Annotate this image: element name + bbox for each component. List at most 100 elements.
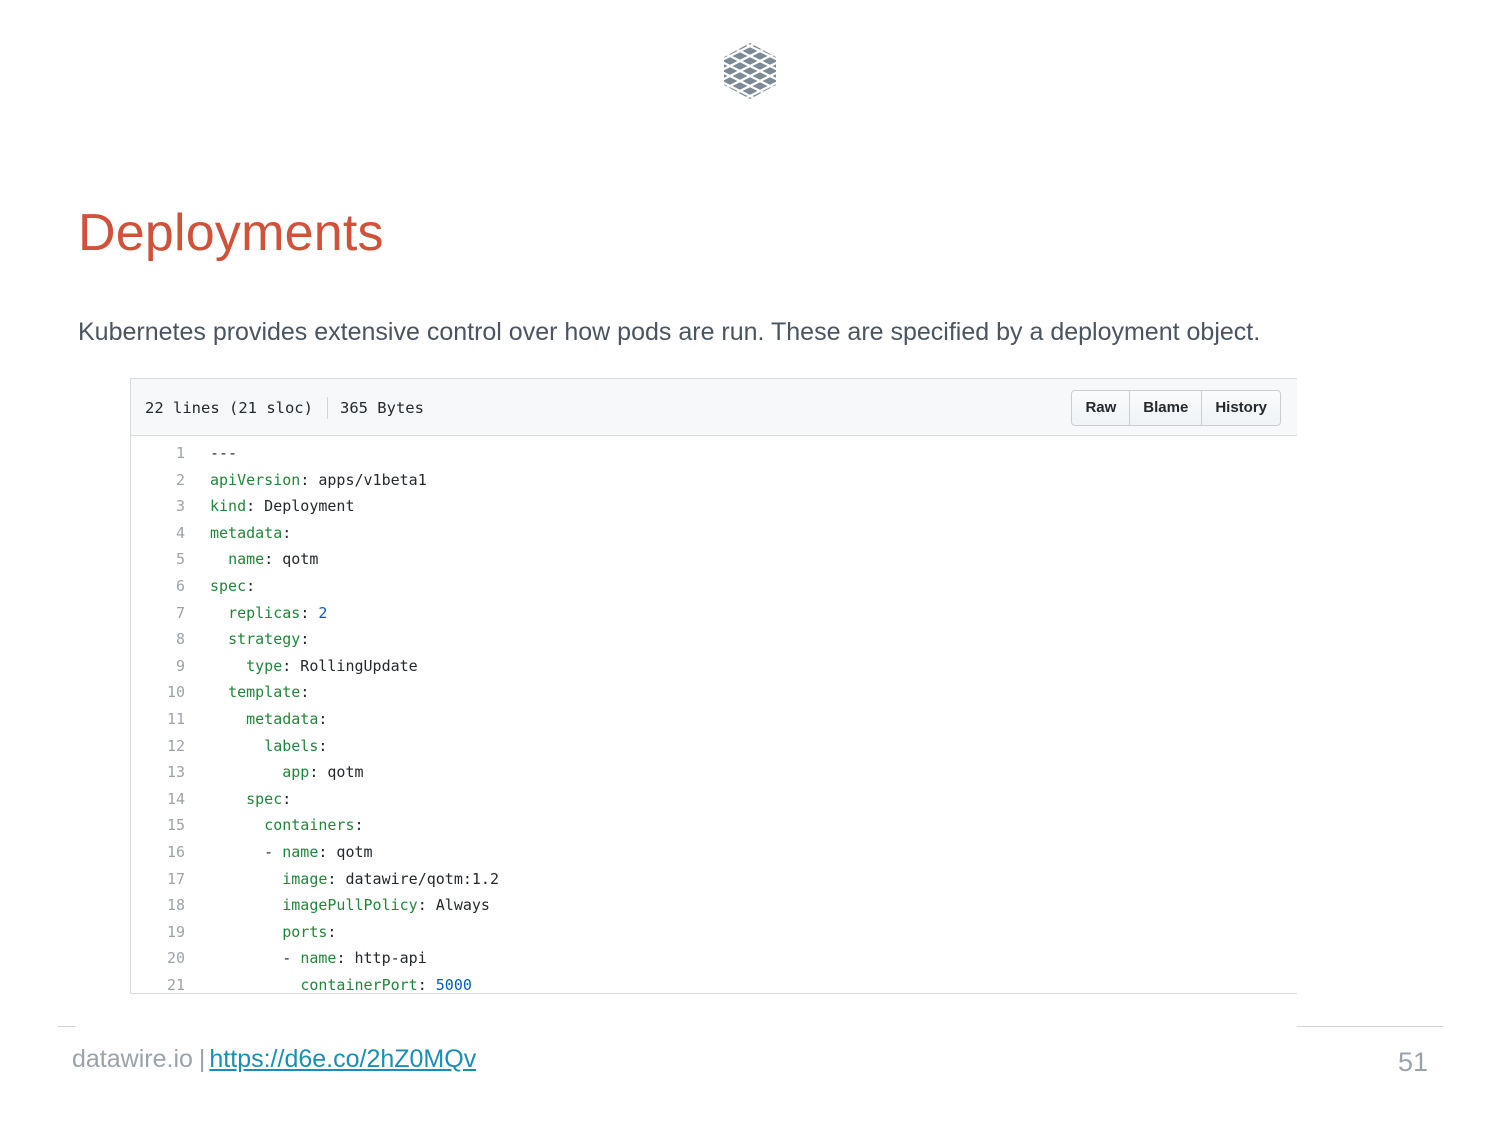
line-number: 4 [175, 523, 185, 542]
footer-separator: | [198, 1045, 206, 1073]
yaml-value: http-api [345, 949, 427, 968]
line-content: - name: qotm [185, 839, 373, 866]
datawire-lattice-logo-icon [724, 43, 776, 99]
yaml-key: kind [210, 497, 247, 516]
line-number: 18 [166, 896, 185, 915]
line-content: imagePullPolicy: Always [185, 892, 490, 919]
slide-title: Deployments [78, 204, 384, 262]
file-lines-info: 22 lines (21 sloc) [145, 399, 313, 417]
yaml-key: metadata [210, 523, 283, 542]
line-content: strategy: [185, 626, 309, 653]
yaml-key: labels [264, 736, 319, 755]
code-line: 17 image: datawire/qotm:1.2 [131, 866, 1297, 893]
line-number: 1 [175, 444, 185, 462]
yaml-key: replicas [228, 603, 301, 622]
file-info-divider [326, 397, 328, 419]
yaml-key: containers [264, 816, 355, 835]
line-content: - name: http-api [185, 945, 427, 972]
yaml-key: ports [282, 922, 328, 941]
code-line: 12 labels: [131, 733, 1297, 760]
yaml-colon: : [417, 896, 427, 915]
yaml-value: Always [426, 896, 490, 915]
yaml-colon: : [282, 789, 292, 808]
yaml-colon: : [327, 922, 337, 941]
yaml-value: apps/v1beta1 [309, 470, 427, 489]
line-number: 2 [175, 470, 185, 489]
line-number: 13 [166, 763, 185, 782]
line-number: 16 [166, 842, 185, 861]
code-file-viewer: 22 lines (21 sloc) 365 Bytes Raw Blame H… [130, 378, 1297, 994]
code-line: 4 metadata: [131, 520, 1297, 547]
line-content: labels: [185, 733, 327, 760]
line-number: 3 [175, 497, 185, 516]
code-block: 1 --- 2 apiVersion: apps/v1beta1 3 kind: Depl… [131, 440, 1297, 998]
yaml-colon: : [300, 630, 310, 649]
code-line: 5 name: qotm [131, 546, 1297, 573]
line-content: containerPort: 5000 [185, 972, 472, 999]
line-number: 15 [166, 816, 185, 835]
line-content: metadata: [185, 706, 327, 733]
file-header: 22 lines (21 sloc) 365 Bytes Raw Blame H… [131, 379, 1297, 436]
yaml-key: type [246, 656, 283, 675]
yaml-key: apiVersion [210, 470, 301, 489]
yaml-colon: : [300, 683, 310, 702]
yaml-value [427, 976, 436, 994]
yaml-key: app [282, 763, 310, 782]
yaml-number: 5000 [435, 975, 472, 994]
yaml-colon: : [300, 603, 310, 622]
code-line: 8 strategy: [131, 626, 1297, 653]
yaml-colon: : [300, 470, 310, 489]
code-line: 13 app: qotm [131, 759, 1297, 786]
yaml-value: qotm [327, 842, 373, 861]
code-line: 20 - name: http-api [131, 945, 1297, 972]
yaml-key: name [282, 842, 319, 861]
yaml-key: imagePullPolicy [282, 896, 418, 915]
yaml-value: datawire/qotm:1.2 [336, 869, 499, 888]
line-content: app: qotm [185, 759, 363, 786]
code-line: 16 - name: qotm [131, 839, 1297, 866]
code-line: 7 replicas: 2 [131, 600, 1297, 627]
line-content: --- [185, 440, 237, 467]
line-content: kind: Deployment [185, 493, 355, 520]
slide-subtitle: Kubernetes provides extensive control ov… [78, 318, 1261, 346]
line-number: 12 [166, 736, 185, 755]
code-line: 9 type: RollingUpdate [131, 653, 1297, 680]
yaml-colon: : [246, 497, 256, 516]
yaml-value: RollingUpdate [291, 656, 418, 675]
footer-divider-left [58, 1026, 76, 1027]
footer-link[interactable]: https://d6e.co/2hZ0MQv [209, 1045, 476, 1073]
raw-button[interactable]: Raw [1072, 391, 1129, 425]
yaml-value: Deployment [255, 497, 355, 516]
line-content: spec: [185, 786, 291, 813]
code-line: 3 kind: Deployment [131, 493, 1297, 520]
line-content: template: [185, 679, 309, 706]
yaml-number: 2 [318, 603, 328, 622]
yaml-key: name [300, 949, 337, 968]
history-button[interactable]: History [1201, 391, 1280, 425]
yaml-key: metadata [246, 709, 319, 728]
line-number: 10 [166, 683, 185, 702]
yaml-key: name [228, 550, 265, 569]
line-number: 20 [166, 949, 185, 968]
yaml-value: qotm [273, 550, 319, 569]
yaml-colon: : [246, 576, 256, 595]
code-line: 2 apiVersion: apps/v1beta1 [131, 467, 1297, 494]
file-info: 22 lines (21 sloc) 365 Bytes [145, 397, 424, 419]
yaml-colon: : [417, 975, 427, 994]
yaml-key: strategy [228, 630, 301, 649]
blame-button[interactable]: Blame [1129, 391, 1201, 425]
line-number: 21 [166, 975, 185, 994]
yaml-key: spec [210, 576, 247, 595]
yaml-colon: : [354, 816, 364, 835]
line-content: apiVersion: apps/v1beta1 [185, 467, 427, 494]
